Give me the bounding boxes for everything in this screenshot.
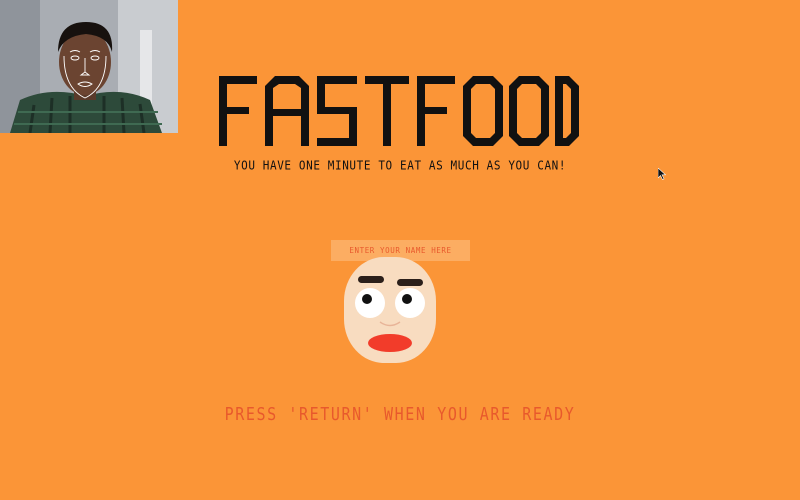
game-subtitle: YOU HAVE ONE MINUTE TO EAT AS MUCH AS YO… xyxy=(233,158,567,173)
game-title xyxy=(219,76,579,146)
right-eyebrow xyxy=(397,279,423,286)
webcam-preview xyxy=(0,0,178,133)
mouse-cursor-icon xyxy=(658,168,666,180)
game-screen: YOU HAVE ONE MINUTE TO EAT AS MUCH AS YO… xyxy=(0,0,800,500)
mouth xyxy=(368,334,412,352)
ready-prompt: PRESS 'RETURN' WHEN YOU ARE READY xyxy=(224,403,576,425)
face-avatar-icon xyxy=(340,255,440,365)
left-eyebrow xyxy=(358,276,384,283)
